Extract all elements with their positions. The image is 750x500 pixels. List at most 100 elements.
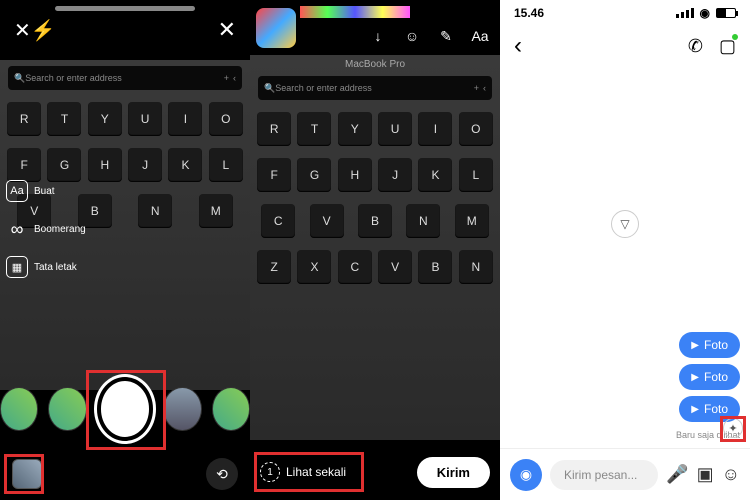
camera-topbar: ✕⚡ ✕ <box>0 0 250 60</box>
photo-preview: MacBook Pro 🔍 Search or enter address + … <box>250 55 500 440</box>
message-input[interactable]: Kirim pesan... <box>550 460 658 490</box>
filter-thumb[interactable] <box>0 387 38 431</box>
text-tool-icon[interactable]: Aa <box>468 24 492 48</box>
camera-button-icon[interactable]: ◉ <box>510 459 542 491</box>
key: Y <box>338 112 372 146</box>
key: U <box>128 102 162 136</box>
status-time: 15.46 <box>514 6 544 20</box>
bubble-label: Foto <box>704 370 728 384</box>
mic-icon[interactable]: 🎤 <box>666 464 688 485</box>
filter-thumb[interactable] <box>163 387 201 431</box>
touchbar-search-text: Search or enter address <box>25 73 220 83</box>
play-icon: ▶ <box>691 340 699 351</box>
switch-camera-icon[interactable]: ⟲ <box>206 458 238 490</box>
send-button[interactable]: Kirim <box>417 457 490 488</box>
bubble-label: Foto <box>704 338 728 352</box>
key: I <box>168 102 202 136</box>
key: C <box>261 204 295 238</box>
key: K <box>418 158 452 192</box>
key: H <box>88 148 122 182</box>
key: C <box>338 250 372 284</box>
sheet-handle[interactable] <box>55 6 195 11</box>
text-icon: Aa <box>6 180 28 202</box>
back-icon[interactable]: ‹ <box>514 32 522 60</box>
battery-icon <box>716 8 736 18</box>
touchbar-arrow-icon: ‹ <box>483 83 486 93</box>
play-icon: ▶ <box>691 372 699 383</box>
key: Y <box>88 102 122 136</box>
key: F <box>257 158 291 192</box>
bubble-label: Foto <box>704 402 728 416</box>
key: L <box>459 158 493 192</box>
chat-body[interactable]: ▽ ▶Foto ▶Foto ▶Foto Baru saja dilihat <box>500 60 750 448</box>
key: V <box>378 250 412 284</box>
photo-edit-screen: ↓ ☺ ✎ Aa MacBook Pro 🔍 Search or enter a… <box>250 0 500 500</box>
paperplane-icon: ▽ <box>611 210 639 238</box>
touchbar-search-icon: 🔍 <box>14 73 25 84</box>
key: M <box>455 204 489 238</box>
highlight-box <box>86 370 166 450</box>
touchbar-plus: + <box>474 83 479 93</box>
touchbar: 🔍 Search or enter address + ‹ <box>258 76 492 100</box>
touchbar-arrow-icon: ‹ <box>233 73 236 83</box>
key: T <box>297 112 331 146</box>
key: Z <box>257 250 291 284</box>
call-icon[interactable]: ✆ <box>688 36 703 57</box>
key: T <box>47 102 81 136</box>
key: I <box>418 112 452 146</box>
sticker-icon[interactable]: ☺ <box>722 464 740 485</box>
draw-icon[interactable]: ✎ <box>434 24 458 48</box>
mode-label: Boomerang <box>34 224 86 235</box>
mode-create[interactable]: Aa Buat <box>6 180 86 202</box>
mode-boomerang[interactable]: ∞Boomerang <box>6 218 86 240</box>
photo-bubble[interactable]: ▶ Foto <box>679 364 740 390</box>
key: J <box>378 158 412 192</box>
highlight-box <box>720 416 746 442</box>
highlight-box <box>4 454 44 494</box>
sticker-icon[interactable]: ☺ <box>400 24 424 48</box>
key: G <box>297 158 331 192</box>
key: F <box>7 148 41 182</box>
image-icon[interactable]: ▣ <box>697 464 714 485</box>
key: N <box>406 204 440 238</box>
photos-app-icon[interactable] <box>256 8 296 48</box>
key: R <box>7 102 41 136</box>
key: N <box>138 194 172 228</box>
touchbar: 🔍 Search or enter address + ‹ <box>8 66 242 90</box>
highlight-box <box>254 452 364 492</box>
mode-layout[interactable]: ▦Tata letak <box>6 256 86 278</box>
compose-bar: ◉ Kirim pesan... 🎤 ▣ ☺ <box>500 448 750 500</box>
wifi-icon: ◉ <box>700 6 710 20</box>
key: B <box>358 204 392 238</box>
key: L <box>209 148 243 182</box>
video-call-icon[interactable]: ▢ <box>719 36 736 57</box>
macbook-label: MacBook Pro <box>250 59 500 70</box>
key: G <box>47 148 81 182</box>
key: U <box>378 112 412 146</box>
key: B <box>418 250 452 284</box>
status-bar: 15.46 ◉ <box>500 0 750 26</box>
key: J <box>128 148 162 182</box>
filter-thumb[interactable] <box>48 387 86 431</box>
touchbar-plus: + <box>224 73 229 83</box>
play-icon: ▶ <box>691 404 699 415</box>
filter-thumb[interactable] <box>212 387 250 431</box>
photo-bubble[interactable]: ▶ Foto <box>679 332 740 358</box>
mode-label: Buat <box>34 186 55 197</box>
key: H <box>338 158 372 192</box>
key: O <box>209 102 243 136</box>
download-icon[interactable]: ↓ <box>366 24 390 48</box>
key: X <box>297 250 331 284</box>
edit-topbar: ↓ ☺ ✎ Aa <box>250 0 500 55</box>
color-palette <box>300 6 410 18</box>
layout-icon: ▦ <box>6 256 28 278</box>
key: O <box>459 112 493 146</box>
touchbar-search-icon: 🔍 <box>264 83 275 94</box>
close-icon[interactable]: ✕ <box>218 17 236 43</box>
key: K <box>168 148 202 182</box>
touchbar-search-text: Search or enter address <box>275 83 470 93</box>
camera-modes: Aa Buat ∞Boomerang ▦Tata letak <box>6 180 86 294</box>
flash-off-icon[interactable]: ✕⚡ <box>14 18 56 43</box>
signal-icon <box>676 8 694 18</box>
camera-story-screen: ✕⚡ ✕ 🔍 Search or enter address + ‹ RTYUI… <box>0 0 250 500</box>
